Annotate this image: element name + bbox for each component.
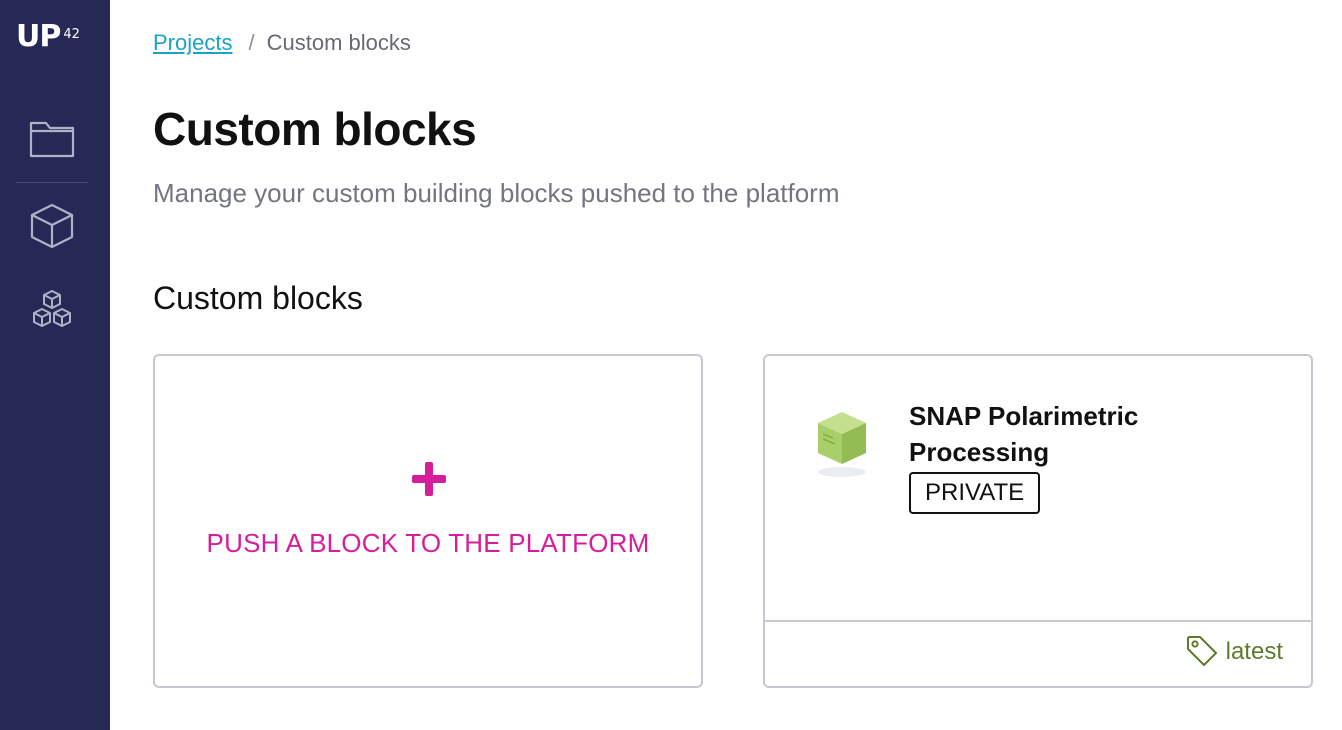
push-block-card[interactable]: PUSH A BLOCK TO THE PLATFORM bbox=[153, 354, 703, 688]
version-tag: latest bbox=[1225, 638, 1283, 665]
push-block-label: PUSH A BLOCK TO THE PLATFORM bbox=[206, 528, 650, 558]
block-name[interactable]: SNAP Polarimetric Processing bbox=[909, 398, 1169, 470]
plus-icon bbox=[410, 460, 448, 498]
nav-custom-blocks[interactable] bbox=[28, 202, 76, 250]
block-cube-icon bbox=[818, 412, 866, 477]
page-subtitle: Manage your custom building blocks pushe… bbox=[153, 178, 840, 208]
nav-marketplace-blocks[interactable] bbox=[28, 288, 76, 336]
breadcrumb: Projects / Custom blocks bbox=[153, 30, 411, 56]
visibility-badge: PRIVATE bbox=[909, 472, 1041, 514]
block-card-footer: latest bbox=[765, 620, 1311, 686]
cube-icon bbox=[30, 203, 74, 249]
block-card[interactable]: SNAP Polarimetric Processing PRIVATE lat… bbox=[763, 354, 1313, 688]
main-content: Projects / Custom blocks Custom blocks Man… bbox=[153, 0, 1342, 730]
breadcrumb-projects-link[interactable]: Projects bbox=[153, 30, 232, 55]
app-logo[interactable]: UP 42 bbox=[16, 19, 80, 54]
folder-icon bbox=[29, 121, 75, 158]
page-title: Custom blocks bbox=[153, 103, 477, 155]
nav-divider bbox=[16, 182, 88, 183]
section-title: Custom blocks bbox=[153, 280, 363, 316]
cubes-icon bbox=[33, 290, 71, 327]
logo-text: UP bbox=[16, 19, 61, 54]
tag-icon bbox=[1187, 636, 1217, 666]
sidebar: UP 42 bbox=[0, 0, 110, 730]
breadcrumb-current: Custom blocks bbox=[266, 30, 411, 55]
logo-superscript: 42 bbox=[63, 27, 80, 42]
breadcrumb-separator: / bbox=[248, 30, 255, 55]
nav-projects[interactable] bbox=[28, 114, 76, 162]
